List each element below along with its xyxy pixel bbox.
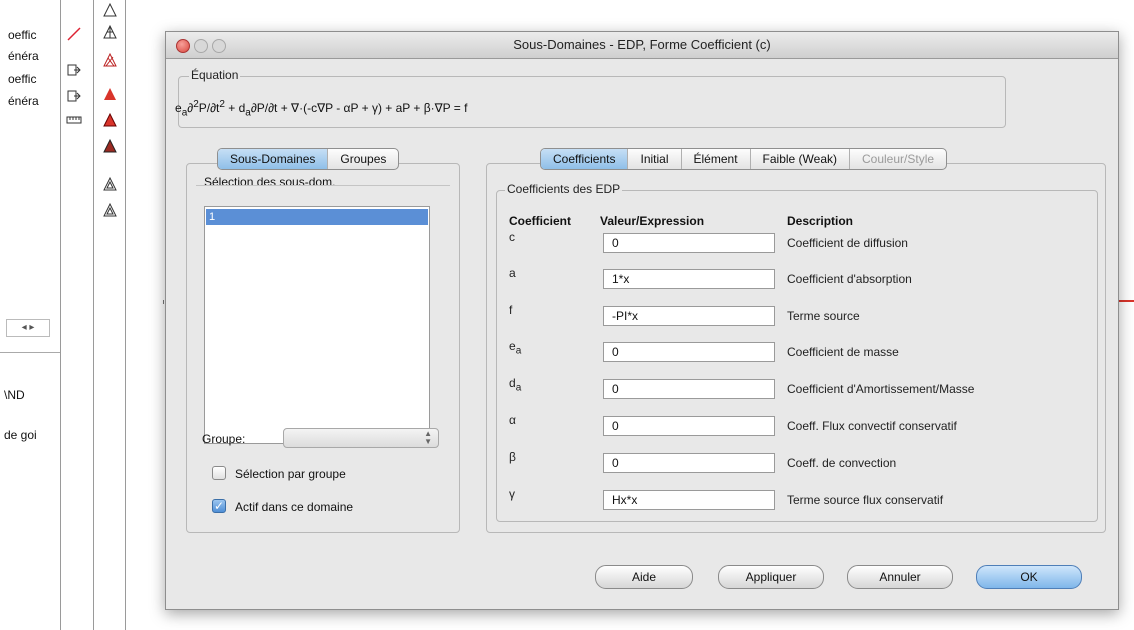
coefficient-description: Terme source flux conservatif — [787, 493, 944, 507]
coefficient-description: Coefficient de masse — [787, 345, 899, 359]
active-domain-label: Actif dans ce domaine — [235, 500, 354, 514]
coefficient-symbol: α — [509, 413, 516, 427]
coefficient-symbol: a — [509, 266, 516, 280]
mesh-outline-icon[interactable] — [100, 0, 120, 20]
coefficient-description: Coeff. de convection — [787, 456, 897, 470]
coefficient-description: Coefficient de diffusion — [787, 236, 908, 250]
active-domain-checkbox[interactable]: ✓ — [212, 499, 226, 513]
equation-box: Équation ea∂2P/∂t2 + da∂P/∂t + ∇·(-c∇P -… — [175, 68, 1006, 128]
coefficients-group-label: Coefficients des EDP — [505, 182, 623, 196]
coefficient-symbol: γ — [509, 487, 515, 501]
bg-label: de goi — [4, 428, 37, 442]
equation-label: Équation — [189, 68, 241, 82]
subdomain-list[interactable]: 1 — [204, 206, 430, 444]
header-value: Valeur/Expression — [600, 214, 705, 228]
right-tabbar: Coefficients Initial Élément Faible (Wea… — [540, 148, 948, 170]
coefficient-value-field[interactable]: -PI*x — [603, 306, 775, 326]
coefficient-description: Coefficient d'absorption — [787, 272, 912, 286]
tab-initial[interactable]: Initial — [628, 149, 682, 169]
tab-faible[interactable]: Faible (Weak) — [751, 149, 850, 169]
mesh-dark-icon[interactable] — [100, 136, 120, 156]
coefficient-description: Terme source — [787, 309, 860, 323]
tab-groupes[interactable]: Groupes — [328, 149, 398, 169]
bg-divider — [60, 0, 61, 630]
title-bar[interactable]: Sous-Domaines - EDP, Forme Coefficient (… — [166, 32, 1118, 59]
chevron-updown-icon: ▲ ▼ — [424, 429, 432, 446]
coefficient-value-field[interactable]: 0 — [603, 453, 775, 473]
coefficients-group: Coefficients des EDP Coefficient Valeur/… — [496, 182, 1098, 522]
coefficient-symbol: β — [509, 450, 516, 464]
export-icon[interactable] — [64, 86, 84, 106]
divider — [196, 185, 450, 186]
tab-sous-domaines[interactable]: Sous-Domaines — [218, 149, 329, 169]
line-tool-icon[interactable] — [64, 24, 84, 44]
mesh-red-outline-icon[interactable] — [100, 50, 120, 70]
list-item[interactable]: 1 — [206, 209, 428, 225]
apply-button[interactable]: Appliquer — [718, 565, 824, 589]
coefficient-description: Coefficient d'Amortissement/Masse — [787, 382, 975, 396]
bg-label: oeffic — [8, 28, 37, 42]
tab-couleur-style: Couleur/Style — [862, 152, 935, 166]
bg-label: énéra — [8, 49, 39, 63]
subdomain-dialog: Sous-Domaines - EDP, Forme Coefficient (… — [165, 31, 1119, 610]
header-coefficient: Coefficient — [509, 214, 572, 228]
bg-label: \ND — [4, 388, 25, 402]
left-tabbar: Sous-Domaines Groupes — [217, 148, 400, 170]
coefficient-value-field[interactable]: 1*x — [603, 269, 775, 289]
selection-label: Sélection des sous-dom. — [204, 175, 336, 189]
group-selection-label: Sélection par groupe — [235, 467, 346, 481]
bg-label: énéra — [8, 94, 39, 108]
bg-tick — [163, 300, 164, 304]
coefficient-symbol: f — [509, 303, 513, 317]
coefficient-description: Coeff. Flux convectif conservatif — [787, 419, 957, 433]
mesh-outline-icon[interactable] — [100, 200, 120, 220]
mesh-red-icon[interactable] — [100, 110, 120, 130]
coefficient-symbol: c — [509, 230, 515, 244]
header-description: Description — [787, 214, 854, 228]
coefficient-value-field[interactable]: 0 — [603, 416, 775, 436]
mesh-outline-icon[interactable] — [100, 174, 120, 194]
mesh-red-icon[interactable] — [100, 84, 120, 104]
window-title: Sous-Domaines - EDP, Forme Coefficient (… — [513, 37, 771, 52]
bg-scroll-arrows[interactable]: ◂ ▸ — [6, 319, 50, 337]
groupe-label: Groupe: — [202, 432, 246, 446]
tab-coefficients[interactable]: Coefficients — [541, 149, 629, 169]
coefficient-value-field[interactable]: 0 — [603, 233, 775, 253]
bg-divider — [93, 0, 94, 630]
group-selection-checkbox[interactable] — [212, 466, 226, 480]
coefficient-symbol: ea — [509, 339, 522, 357]
equation-text: ea∂2P/∂t2 + da∂P/∂t + ∇·(-c∇P - αP + γ) … — [175, 99, 468, 119]
mesh-outline-icon[interactable] — [100, 22, 120, 42]
coefficient-symbol: da — [509, 376, 522, 394]
ruler-icon[interactable] — [64, 110, 84, 130]
coefficient-value-field[interactable]: Hx*x — [603, 490, 775, 510]
tab-element[interactable]: Élément — [682, 149, 751, 169]
ok-button[interactable]: OK — [976, 565, 1082, 589]
groupe-select[interactable]: ▲ ▼ — [283, 428, 439, 448]
help-button[interactable]: Aide — [595, 565, 693, 589]
export-icon[interactable] — [64, 60, 84, 80]
coefficient-value-field[interactable]: 0 — [603, 342, 775, 362]
red-plot-line — [1117, 300, 1134, 302]
bg-divider — [0, 352, 60, 353]
coefficient-value-field[interactable]: 0 — [603, 379, 775, 399]
bg-divider — [125, 0, 126, 630]
cancel-button[interactable]: Annuler — [847, 565, 953, 589]
bg-label: oeffic — [8, 72, 37, 86]
